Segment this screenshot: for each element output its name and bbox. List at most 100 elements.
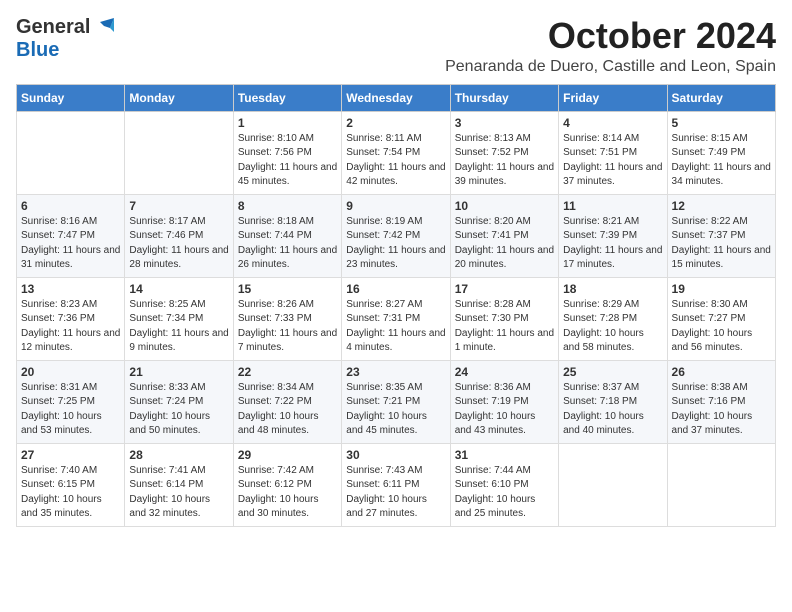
calendar-cell: 3 Sunrise: 8:13 AMSunset: 7:52 PMDaylight… — [450, 111, 558, 194]
sunset-text: Sunset: 7:34 PM — [129, 312, 228, 327]
day-number: 18 — [563, 282, 662, 296]
daylight-text: Daylight: 11 hours and 37 minutes. — [563, 161, 662, 190]
calendar-cell: 26Sunrise: 8:38 AMSunset: 7:16 PMDayligh… — [667, 360, 775, 443]
cell-content: Sunrise: 7:43 AMSunset: 6:11 PMDaylight:… — [346, 464, 445, 522]
day-number: 9 — [346, 199, 445, 213]
cell-content: Sunrise: 8:34 AMSunset: 7:22 PMDaylight:… — [238, 381, 337, 439]
day-number: 22 — [238, 365, 337, 379]
day-number: 25 — [563, 365, 662, 379]
cell-content: Sunrise: 8:13 AMSunset: 7:52 PMDaylight:… — [455, 132, 554, 190]
calendar-cell: 7Sunrise: 8:17 AMSunset: 7:46 PMDaylight… — [125, 194, 233, 277]
cell-content: Sunrise: 8:35 AMSunset: 7:21 PMDaylight:… — [346, 381, 445, 439]
day-number: 6 — [21, 199, 120, 213]
logo-bird-icon — [92, 18, 114, 38]
calendar-cell: 28Sunrise: 7:41 AMSunset: 6:14 PMDayligh… — [125, 443, 233, 526]
sunset-text: Sunset: 6:12 PM — [238, 478, 337, 493]
sunset-text: Sunset: 7:27 PM — [672, 312, 771, 327]
day-number: 20 — [21, 365, 120, 379]
sunset-text: Sunset: 7:37 PM — [672, 229, 771, 244]
calendar-cell: 15Sunrise: 8:26 AMSunset: 7:33 PMDayligh… — [233, 277, 341, 360]
sunrise-text: Sunrise: 8:30 AM — [672, 298, 771, 313]
sunset-text: Sunset: 7:49 PM — [672, 146, 771, 161]
sunrise-text: Sunrise: 7:41 AM — [129, 464, 228, 479]
sunset-text: Sunset: 7:52 PM — [455, 146, 554, 161]
calendar-cell: 2Sunrise: 8:11 AMSunset: 7:54 PMDaylight… — [342, 111, 450, 194]
calendar-week-row: 6Sunrise: 8:16 AMSunset: 7:47 PMDaylight… — [17, 194, 776, 277]
calendar-week-row: 1Sunrise: 8:10 AMSunset: 7:56 PMDaylight… — [17, 111, 776, 194]
cell-content: Sunrise: 8:18 AMSunset: 7:44 PMDaylight:… — [238, 215, 337, 273]
sunrise-text: Sunrise: 8:34 AM — [238, 381, 337, 396]
location-title: Penaranda de Duero, Castille and Leon, S… — [445, 58, 776, 76]
sunrise-text: Sunrise: 8:18 AM — [238, 215, 337, 230]
day-number: 3 — [455, 116, 554, 130]
calendar-cell: 29Sunrise: 7:42 AMSunset: 6:12 PMDayligh… — [233, 443, 341, 526]
sunset-text: Sunset: 7:28 PM — [563, 312, 662, 327]
calendar-table: Sunday Monday Tuesday Wednesday Thursday… — [16, 84, 776, 527]
cell-content: Sunrise: 8:23 AMSunset: 7:36 PMDaylight:… — [21, 298, 120, 356]
sunset-text: Sunset: 6:14 PM — [129, 478, 228, 493]
calendar-cell: 1Sunrise: 8:10 AMSunset: 7:56 PMDaylight… — [233, 111, 341, 194]
day-number: 23 — [346, 365, 445, 379]
day-number: 4 — [563, 116, 662, 130]
sunrise-text: Sunrise: 7:43 AM — [346, 464, 445, 479]
sunset-text: Sunset: 7:54 PM — [346, 146, 445, 161]
calendar-cell: 8 Sunrise: 8:18 AMSunset: 7:44 PMDaylight… — [233, 194, 341, 277]
calendar-cell: 27Sunrise: 7:40 AMSunset: 6:15 PMDayligh… — [17, 443, 125, 526]
calendar-cell: 4Sunrise: 8:14 AMSunset: 7:51 PMDaylight… — [559, 111, 667, 194]
sunrise-text: Sunrise: 8:27 AM — [346, 298, 445, 313]
weekday-header-row: Sunday Monday Tuesday Wednesday Thursday… — [17, 84, 776, 111]
daylight-text: Daylight: 11 hours and 39 minutes. — [455, 161, 554, 190]
sunset-text: Sunset: 7:47 PM — [21, 229, 120, 244]
calendar-cell: 24 Sunrise: 8:36 AMSunset: 7:19 PMDayligh… — [450, 360, 558, 443]
day-number: 11 — [563, 199, 662, 213]
sunrise-text: Sunrise: 8:17 AM — [129, 215, 228, 230]
sunset-text: Sunset: 6:10 PM — [455, 478, 554, 493]
sunrise-text: Sunrise: 8:11 AM — [346, 132, 445, 147]
header-monday: Monday — [125, 84, 233, 111]
sunrise-text: Sunrise: 8:35 AM — [346, 381, 445, 396]
calendar-cell: 21Sunrise: 8:33 AMSunset: 7:24 PMDayligh… — [125, 360, 233, 443]
calendar-cell: 10Sunrise: 8:20 AMSunset: 7:41 PMDayligh… — [450, 194, 558, 277]
cell-content: Sunrise: 7:44 AMSunset: 6:10 PMDaylight:… — [455, 464, 554, 522]
daylight-text: Daylight: 10 hours and 37 minutes. — [672, 410, 771, 439]
cell-content: Sunrise: 8:28 AMSunset: 7:30 PMDaylight:… — [455, 298, 554, 356]
month-title: October 2024 — [445, 16, 776, 56]
cell-content: Sunrise: 8:36 AMSunset: 7:19 PMDaylight:… — [455, 381, 554, 439]
day-number: 8 — [238, 199, 337, 213]
sunrise-text: Sunrise: 7:44 AM — [455, 464, 554, 479]
daylight-text: Daylight: 10 hours and 32 minutes. — [129, 493, 228, 522]
day-number: 30 — [346, 448, 445, 462]
day-number: 16 — [346, 282, 445, 296]
daylight-text: Daylight: 10 hours and 45 minutes. — [346, 410, 445, 439]
calendar-cell: 18Sunrise: 8:29 AMSunset: 7:28 PMDayligh… — [559, 277, 667, 360]
daylight-text: Daylight: 11 hours and 1 minute. — [455, 327, 554, 356]
daylight-text: Daylight: 11 hours and 7 minutes. — [238, 327, 337, 356]
sunrise-text: Sunrise: 8:37 AM — [563, 381, 662, 396]
cell-content: Sunrise: 8:38 AMSunset: 7:16 PMDaylight:… — [672, 381, 771, 439]
day-number: 14 — [129, 282, 228, 296]
calendar-cell: 25Sunrise: 8:37 AMSunset: 7:18 PMDayligh… — [559, 360, 667, 443]
day-number: 27 — [21, 448, 120, 462]
day-number: 31 — [455, 448, 554, 462]
day-number: 24 — [455, 365, 554, 379]
header-friday: Friday — [559, 84, 667, 111]
sunrise-text: Sunrise: 8:22 AM — [672, 215, 771, 230]
calendar-cell — [559, 443, 667, 526]
cell-content: Sunrise: 7:41 AMSunset: 6:14 PMDaylight:… — [129, 464, 228, 522]
calendar-week-row: 20Sunrise: 8:31 AMSunset: 7:25 PMDayligh… — [17, 360, 776, 443]
sunrise-text: Sunrise: 8:26 AM — [238, 298, 337, 313]
daylight-text: Daylight: 11 hours and 12 minutes. — [21, 327, 120, 356]
calendar-cell: 23 Sunrise: 8:35 AMSunset: 7:21 PMDayligh… — [342, 360, 450, 443]
daylight-text: Daylight: 10 hours and 50 minutes. — [129, 410, 228, 439]
cell-content: Sunrise: 7:42 AMSunset: 6:12 PMDaylight:… — [238, 464, 337, 522]
sunrise-text: Sunrise: 8:33 AM — [129, 381, 228, 396]
header-sunday: Sunday — [17, 84, 125, 111]
calendar-week-row: 13Sunrise: 8:23 AMSunset: 7:36 PMDayligh… — [17, 277, 776, 360]
sunrise-text: Sunrise: 7:40 AM — [21, 464, 120, 479]
sunset-text: Sunset: 7:25 PM — [21, 395, 120, 410]
calendar-cell: 5Sunrise: 8:15 AMSunset: 7:49 PMDaylight… — [667, 111, 775, 194]
sunrise-text: Sunrise: 8:15 AM — [672, 132, 771, 147]
header-saturday: Saturday — [667, 84, 775, 111]
day-number: 5 — [672, 116, 771, 130]
calendar-cell: 13Sunrise: 8:23 AMSunset: 7:36 PMDayligh… — [17, 277, 125, 360]
